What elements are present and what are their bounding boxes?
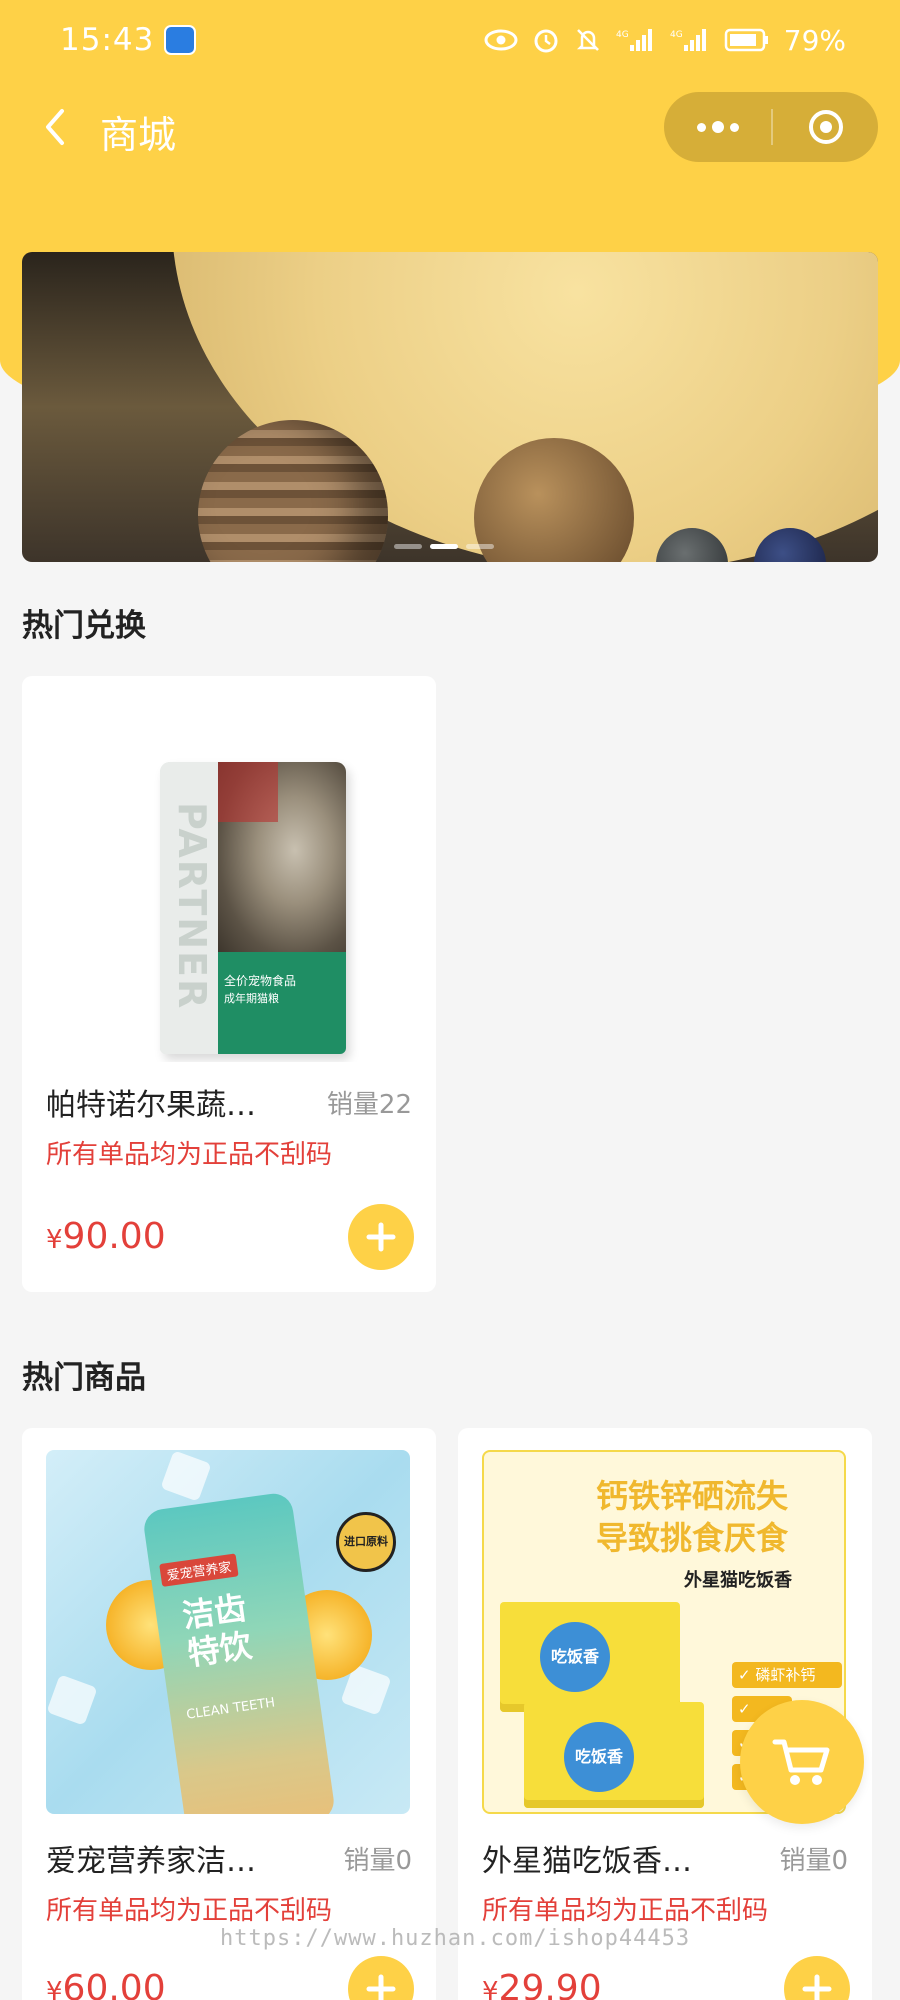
image-headline-line: 导致挑食厌食 (596, 1518, 789, 1557)
box-logo: 吃饭香 (564, 1722, 634, 1792)
price-value: 29.90 (498, 1968, 602, 2000)
signal-4g-icon: 4G (616, 27, 656, 53)
back-button[interactable] (30, 102, 80, 152)
plus-icon (366, 1222, 396, 1252)
eye-icon (484, 29, 518, 51)
product-price: ¥60.00 (46, 1968, 166, 2000)
bottle-graphic: 爱宠营养家 洁齿 特饮 CLEAN TEETH (141, 1491, 337, 1814)
banner-dot[interactable] (394, 544, 422, 549)
svg-text:4G: 4G (670, 30, 683, 40)
more-button[interactable] (664, 92, 771, 162)
currency-symbol: ¥ (46, 1977, 63, 2000)
signal-4g-icon: 4G (670, 27, 710, 53)
image-headline-line: 钙铁锌硒流失 (596, 1477, 789, 1515)
add-to-cart-button[interactable] (348, 1204, 414, 1270)
product-promo: 所有单品均为正品不刮码 (482, 1896, 769, 1926)
plus-icon (366, 1974, 396, 2000)
shopping-cart-icon (772, 1739, 830, 1785)
add-to-cart-button[interactable] (784, 1956, 850, 2000)
bag-brand-text: PARTNER (170, 802, 214, 1011)
product-promo: 所有单品均为正品不刮码 (46, 1140, 333, 1170)
section-title-hot-products: 热门商品 (22, 1360, 146, 1396)
chevron-left-icon (46, 109, 64, 145)
battery-percent: 79% (783, 23, 846, 57)
product-image: 爱宠营养家 洁齿 特饮 CLEAN TEETH 进口原料 (46, 1450, 410, 1814)
bottle-label-line: 特饮 (185, 1626, 255, 1674)
watermark: https://www.huzhan.com/ishop44453 (220, 1926, 691, 1951)
product-name: 爱宠营养家洁… (46, 1844, 256, 1879)
ice-cube-graphic (46, 1674, 98, 1726)
status-right: 4G 4G 79% (484, 24, 846, 57)
status-left: 15:43 (60, 22, 197, 58)
alarm-icon (532, 26, 560, 54)
product-image: PARTNER 全价宠物食品 成年期猫粮 (46, 698, 410, 1062)
battery-icon (724, 28, 770, 52)
image-subtitle: 外星猫吃饭香 (684, 1570, 792, 1591)
mute-icon (574, 26, 602, 54)
target-close-icon (808, 110, 843, 144)
box-graphic: 吃饭香 (524, 1702, 704, 1808)
close-miniprogram-button[interactable] (773, 92, 878, 162)
more-dot-center (711, 121, 724, 133)
app-notification-icon (164, 25, 197, 55)
svg-text:4G: 4G (616, 30, 629, 40)
import-seal: 进口原料 (336, 1512, 396, 1572)
miniprogram-capsule (664, 92, 878, 162)
product-card[interactable]: 爱宠营养家 洁齿 特饮 CLEAN TEETH 进口原料 爱宠营养家洁… 销量0 … (22, 1428, 436, 2000)
status-time: 15:43 (60, 22, 155, 58)
bag-text-line: 成年期猫粮 (224, 992, 279, 1005)
more-dots-icon (696, 122, 706, 132)
bottle-sub-label: CLEAN TEETH (185, 1695, 277, 1723)
currency-symbol: ¥ (482, 1977, 499, 2000)
product-card[interactable]: PARTNER 全价宠物食品 成年期猫粮 帕特诺尔果蔬… 销量22 所有单品均为… (22, 676, 436, 1292)
box-logo: 吃饭香 (540, 1622, 610, 1692)
product-promo: 所有单品均为正品不刮码 (46, 1896, 333, 1926)
banner-dot-active[interactable] (430, 544, 458, 549)
ice-cube-graphic (160, 1450, 212, 1502)
product-price: ¥90.00 (46, 1216, 166, 1257)
status-bar: 15:43 4G 4G 79% (0, 0, 900, 80)
page-title: 商城 (100, 113, 177, 157)
add-to-cart-button[interactable] (348, 1956, 414, 2000)
bottle-label: 洁齿 特饮 (180, 1589, 254, 1674)
bottle-brand-label: 爱宠营养家 (159, 1553, 239, 1587)
product-name: 帕特诺尔果蔬… (46, 1088, 256, 1123)
product-price: ¥29.90 (482, 1968, 602, 2000)
image-headline: 钙铁锌硒流失 导致挑食厌食 (596, 1476, 788, 1559)
price-value: 60.00 (62, 1968, 166, 2000)
currency-symbol: ¥ (46, 1225, 63, 1255)
plus-icon (802, 1974, 832, 2000)
product-sales: 销量0 (343, 1846, 412, 1876)
cat-food-bag-graphic: PARTNER 全价宠物食品 成年期猫粮 (160, 762, 346, 1054)
bag-red-accent (218, 762, 278, 822)
banner-dot[interactable] (466, 544, 494, 549)
banner-carousel[interactable] (22, 252, 878, 562)
feature-tag-text: 磷虾补钙 (755, 1666, 816, 1684)
product-sales: 销量22 (326, 1090, 412, 1120)
section-title-hot-exchange: 热门兑换 (22, 608, 146, 644)
product-name: 外星猫吃饭香… (482, 1844, 692, 1879)
mall-page: 15:43 4G 4G 79% 商城 热门兑换 PARTNER 全价宠物食品 成… (0, 0, 900, 2000)
banner-indicator (394, 544, 494, 549)
nav-bar: 商城 (0, 88, 900, 168)
more-dot-right (729, 122, 739, 132)
box-graphic: 吃饭香 (500, 1602, 680, 1712)
floating-cart-button[interactable] (740, 1700, 864, 1824)
bag-text-line: 全价宠物食品 (224, 974, 297, 988)
product-sales: 销量0 (779, 1846, 848, 1876)
feature-tag: ✓ 磷虾补钙 (732, 1662, 842, 1688)
price-value: 90.00 (62, 1216, 166, 1257)
